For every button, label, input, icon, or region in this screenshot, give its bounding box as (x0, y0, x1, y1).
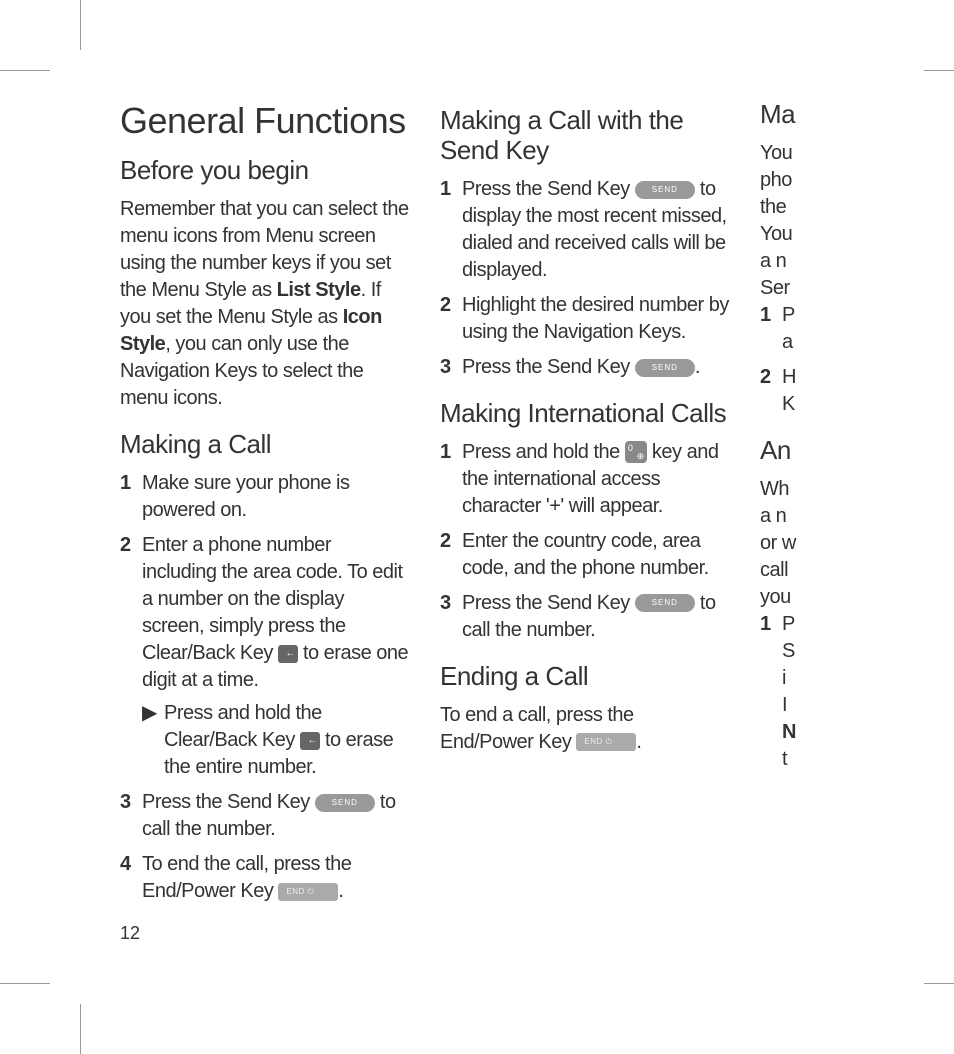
partial-text: pho (760, 167, 840, 194)
send-key-icon: SEND (315, 794, 375, 812)
column-2: Making a Call with the Send Key 1 Press … (440, 100, 730, 913)
partial-text: Ser (760, 275, 840, 302)
heading-making-a-call: Making a Call (120, 430, 410, 460)
list-item: 3 Press the Send Key SEND to call the nu… (440, 590, 730, 644)
end-power-key-icon: END ⏻ (576, 733, 636, 751)
list-item: 3 Press the Send Key SEND to call the nu… (120, 789, 410, 843)
column-1: General Functions Before you begin Remem… (120, 100, 410, 913)
list-item: 2Enter the country code, area code, and … (440, 528, 730, 582)
end-power-key-icon: END ⏻ (278, 883, 338, 901)
partial-text: call (760, 557, 840, 584)
list-item: 1 Press the Send Key SEND to display the… (440, 176, 730, 284)
heading-before-you-begin: Before you begin (120, 156, 410, 186)
partial-text: you (760, 584, 840, 611)
heading-ending: Ending a Call (440, 662, 730, 692)
paragraph: To end a call, press the End/Power Key E… (440, 702, 730, 756)
partial-text: a n (760, 503, 840, 530)
partial-text: You (760, 140, 840, 167)
partial-text: the (760, 194, 840, 221)
list-item: 3 Press the Send Key SEND. (440, 354, 730, 381)
partial-text: a n (760, 248, 840, 275)
partial-text: or w (760, 530, 840, 557)
send-key-icon: SEND (635, 594, 695, 612)
send-key-list: 1 Press the Send Key SEND to display the… (440, 176, 730, 381)
crop-mark (0, 983, 50, 984)
heading-international: Making International Calls (440, 399, 730, 429)
crop-mark (80, 0, 81, 50)
crop-mark (924, 70, 954, 71)
page-title: General Functions (120, 100, 410, 142)
page-content: General Functions Before you begin Remem… (120, 100, 954, 913)
list-item: 4 To end the call, press the End/Power K… (120, 851, 410, 905)
bullet-marker-icon: ▶ (142, 700, 157, 727)
partial-list: 1Pa 2HK (760, 302, 840, 418)
list-item: 1 P S i I N t (760, 611, 840, 773)
making-call-list: 1Make sure your phone is powered on. 2 E… (120, 470, 410, 905)
list-item: 2 Enter a phone number including the are… (120, 532, 410, 781)
list-item: 1 Press and hold the key and the interna… (440, 439, 730, 520)
partial-list: 1 P S i I N t (760, 611, 840, 773)
partial-heading: An (760, 436, 840, 466)
send-key-icon: SEND (635, 359, 695, 377)
crop-mark (924, 983, 954, 984)
list-item: 2HK (760, 364, 840, 418)
partial-text: Wh (760, 476, 840, 503)
clear-back-key-icon (278, 645, 298, 663)
column-3-partial: Ma You pho the You a n Ser 1Pa 2HK An Wh… (760, 100, 840, 913)
zero-key-icon (625, 441, 647, 463)
sub-bullet: ▶ Press and hold the Clear/Back Key to e… (142, 700, 410, 781)
partial-text: You (760, 221, 840, 248)
international-list: 1 Press and hold the key and the interna… (440, 439, 730, 644)
paragraph: Remember that you can select the menu ic… (120, 196, 410, 412)
list-item: 1Make sure your phone is powered on. (120, 470, 410, 524)
clear-back-key-icon (300, 732, 320, 750)
page-number: 12 (120, 923, 140, 944)
partial-heading: Ma (760, 100, 840, 130)
crop-mark (80, 1004, 81, 1054)
crop-mark (0, 70, 50, 71)
list-item: 2Highlight the desired number by using t… (440, 292, 730, 346)
list-item: 1Pa (760, 302, 840, 356)
send-key-icon: SEND (635, 181, 695, 199)
heading-send-key: Making a Call with the Send Key (440, 106, 730, 166)
